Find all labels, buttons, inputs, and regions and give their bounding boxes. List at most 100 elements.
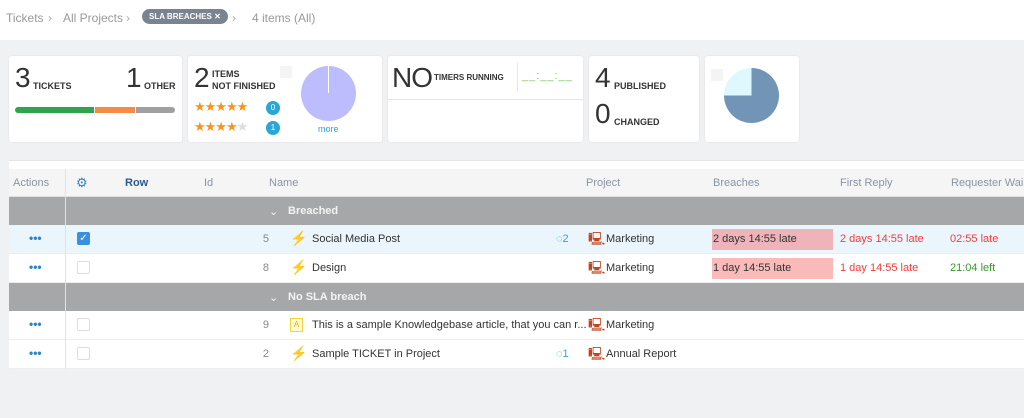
rating4-badge: 1 <box>266 121 280 135</box>
pie-chart <box>301 66 356 121</box>
row-checkbox[interactable] <box>77 318 90 331</box>
table-row[interactable]: ••• 8 ⚡ Design 🖳 Marketing 1 day 14:55 l… <box>9 254 1024 283</box>
group-label: Breached <box>288 205 339 217</box>
gear-icon[interactable]: ⚙ <box>76 175 88 191</box>
breadcrumb: Tickets › All Projects › SLA BREACHES ✕ … <box>0 0 1024 40</box>
table-row[interactable]: ••• ✓ 5 ⚡ Social Media Post ◌2 🖳 Marketi… <box>9 225 1024 254</box>
items-card[interactable]: 2 ITEMS NOT FINISHED ★★★★★ 0 ★★★★★ 1 mor… <box>188 56 382 142</box>
row-name[interactable]: Social Media Post <box>312 233 400 245</box>
header-breaches[interactable]: Breaches <box>713 177 759 189</box>
tickets-card[interactable]: 3 TICKETS 1 OTHER <box>9 56 182 142</box>
header-requester-wait[interactable]: Requester Wai <box>951 177 1023 189</box>
checkbox[interactable] <box>280 66 292 78</box>
group-row-no-sla-breach[interactable]: ⌄ No SLA breach <box>9 283 1024 311</box>
items-count: 2 <box>194 62 210 93</box>
row-project[interactable]: Annual Report <box>606 348 676 360</box>
row-requester-wait: 21:04 left <box>950 262 996 274</box>
row-id: 2 <box>262 348 269 360</box>
row-id: 5 <box>262 233 269 245</box>
tickets-table: Actions ⚙ Row Id Name Project Breaches F… <box>9 160 1024 369</box>
checkbox[interactable] <box>711 69 723 81</box>
changed-label: CHANGED <box>614 117 660 127</box>
comment-count[interactable]: ◌2 <box>556 233 569 245</box>
header-row[interactable]: Row <box>125 177 148 189</box>
chevron-right-icon: › <box>48 11 52 25</box>
progress-segment <box>134 107 175 113</box>
ticket-icon: ⚡ <box>290 230 308 246</box>
pie-chart <box>724 68 779 123</box>
row-name[interactable]: Sample TICKET in Project <box>312 348 440 360</box>
header-actions: Actions <box>13 177 50 189</box>
row-checkbox[interactable] <box>77 347 90 360</box>
filter-pill-label: SLA BREACHES <box>149 12 212 21</box>
rating5-badge: 0 <box>266 101 280 115</box>
chevron-down-icon[interactable]: ⌄ <box>269 291 278 304</box>
item-count: 4 items (All) <box>252 11 316 25</box>
row-name[interactable]: Design <box>312 262 346 274</box>
more-actions-icon[interactable]: ••• <box>29 346 42 360</box>
row-breaches: 1 day 14:55 late <box>712 258 833 279</box>
group-label: No SLA breach <box>288 291 367 303</box>
row-checkbox[interactable] <box>77 261 90 274</box>
header-first-reply[interactable]: First Reply <box>840 177 893 189</box>
project-icon: 🖳 <box>588 346 606 361</box>
published-label: PUBLISHED <box>614 81 667 91</box>
comment-count-value: 1 <box>562 348 569 360</box>
chevron-right-icon: › <box>126 11 130 25</box>
table-row[interactable]: ••• 2 ⚡ Sample TICKET in Project ◌1 🖳 An… <box>9 340 1024 369</box>
published-card[interactable]: 4 PUBLISHED 0 CHANGED <box>589 56 699 142</box>
row-id: 8 <box>262 262 269 274</box>
row-id: 9 <box>262 319 269 331</box>
close-icon[interactable]: ✕ <box>214 12 221 21</box>
more-actions-icon[interactable]: ••• <box>29 260 42 274</box>
changed-count: 0 <box>595 98 611 129</box>
breadcrumb-tickets[interactable]: Tickets <box>6 11 44 25</box>
items-label: ITEMS <box>212 69 240 79</box>
article-icon: A <box>290 318 303 332</box>
five-star-rating-icon: ★★★★★ <box>194 99 248 114</box>
group-row-breached[interactable]: ⌄ Breached <box>9 197 1024 225</box>
published-count: 4 <box>595 62 611 93</box>
tickets-count: 3 <box>15 62 31 93</box>
row-project[interactable]: Marketing <box>606 319 654 331</box>
table-header: Actions ⚙ Row Id Name Project Breaches F… <box>9 169 1024 197</box>
comment-count[interactable]: ◌1 <box>556 348 569 360</box>
more-actions-icon[interactable]: ••• <box>29 317 42 331</box>
header-id[interactable]: Id <box>204 177 213 189</box>
ticket-icon: ⚡ <box>290 345 308 361</box>
row-name[interactable]: This is a sample Knowledgebase article, … <box>312 319 587 331</box>
filter-pill[interactable]: SLA BREACHES ✕ <box>142 9 228 24</box>
other-count: 1 <box>126 62 142 93</box>
row-project[interactable]: Marketing <box>606 233 654 245</box>
tickets-label: TICKETS <box>33 81 72 91</box>
tickets-progress-bar <box>15 107 175 113</box>
four-star-rating-icon: ★★★★★ <box>194 119 248 134</box>
row-checkbox[interactable]: ✓ <box>77 232 90 245</box>
more-actions-icon[interactable]: ••• <box>29 231 42 245</box>
row-first-reply: 2 days 14:55 late <box>840 233 924 245</box>
timers-label: TIMERS RUNNING <box>434 73 504 82</box>
comment-count-value: 2 <box>562 233 569 245</box>
row-requester-wait: 02:55 late <box>950 233 999 245</box>
column-divider <box>65 169 66 369</box>
project-icon: 🖳 <box>588 317 606 332</box>
progress-segment <box>94 107 135 113</box>
pie-card[interactable] <box>705 56 799 142</box>
chevron-down-icon[interactable]: ⌄ <box>269 205 278 218</box>
chevron-right-icon: › <box>232 11 236 25</box>
table-row[interactable]: ••• 9 A This is a sample Knowledgebase a… <box>9 311 1024 340</box>
progress-segment <box>15 107 94 113</box>
timers-card[interactable]: NO TIMERS RUNNING __:__:__ <box>388 56 583 142</box>
project-icon: 🖳 <box>588 260 606 275</box>
row-breaches: 2 days 14:55 late <box>712 229 833 250</box>
timer-clock: __:__:__ <box>522 70 573 82</box>
not-finished-label: NOT FINISHED <box>212 81 276 91</box>
header-project[interactable]: Project <box>586 177 620 189</box>
more-link[interactable]: more <box>318 124 339 134</box>
header-name[interactable]: Name <box>269 177 298 189</box>
breadcrumb-all-projects[interactable]: All Projects <box>63 11 123 25</box>
row-first-reply: 1 day 14:55 late <box>840 262 919 274</box>
other-label: OTHER <box>144 81 176 91</box>
ticket-icon: ⚡ <box>290 259 308 275</box>
row-project[interactable]: Marketing <box>606 262 654 274</box>
